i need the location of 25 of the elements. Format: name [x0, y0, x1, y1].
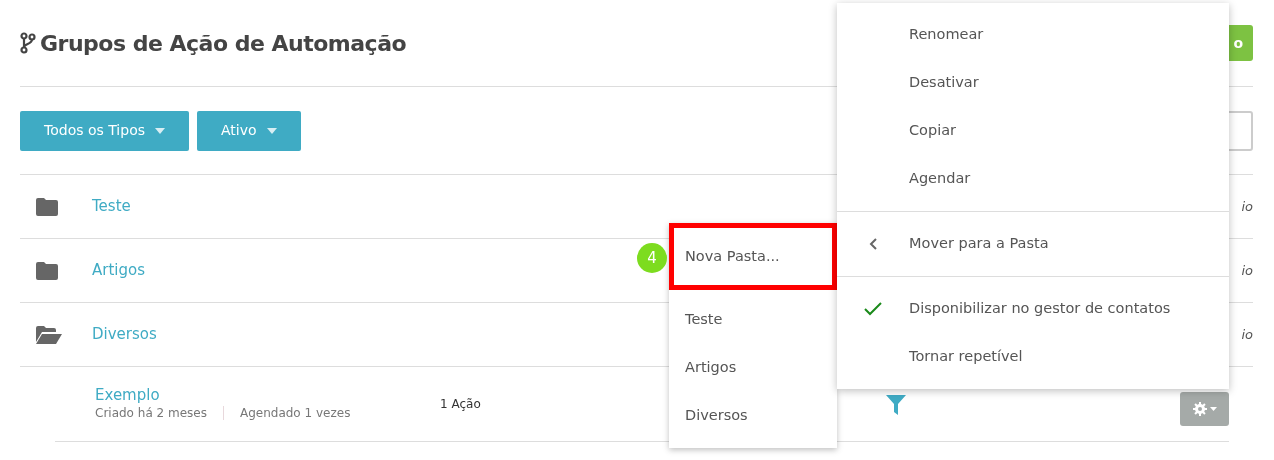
menu-item[interactable]: Desativar	[837, 59, 1229, 107]
submenu-item[interactable]: Nova Pasta...	[669, 223, 837, 290]
caret-icon	[266, 127, 277, 134]
row-text: io	[1241, 325, 1253, 344]
branch-icon	[20, 32, 36, 54]
actions-count: 1 Ação	[440, 396, 481, 413]
caret-icon	[155, 127, 165, 134]
step-badge: 4	[637, 243, 667, 273]
row-text: io	[1241, 197, 1253, 216]
page-title: Grupos de Ação de Automação	[40, 29, 407, 58]
menu-item[interactable]: Agendar	[837, 155, 1229, 203]
menu-item[interactable]: Tornar repetível	[837, 333, 1229, 381]
menu-item[interactable]: Disponibilizar no gestor de contatos	[837, 285, 1229, 333]
submenu-item[interactable]: Diversos	[669, 392, 837, 440]
settings-icon	[1192, 402, 1207, 416]
submenu-item[interactable]: Artigos	[669, 344, 837, 392]
submenu-item[interactable]: Teste	[669, 296, 837, 344]
menu-item[interactable]: Mover para a Pasta	[837, 220, 1229, 268]
caret-icon	[1209, 407, 1217, 411]
filter-icon[interactable]	[885, 394, 906, 415]
row-text: io	[1241, 261, 1253, 280]
scheduled-text: Agendado 1 vezes	[239, 405, 351, 422]
created-text: Criado há 2 meses	[95, 405, 207, 422]
settings-button[interactable]	[1180, 392, 1229, 426]
menu-item[interactable]: Copiar	[837, 107, 1229, 155]
